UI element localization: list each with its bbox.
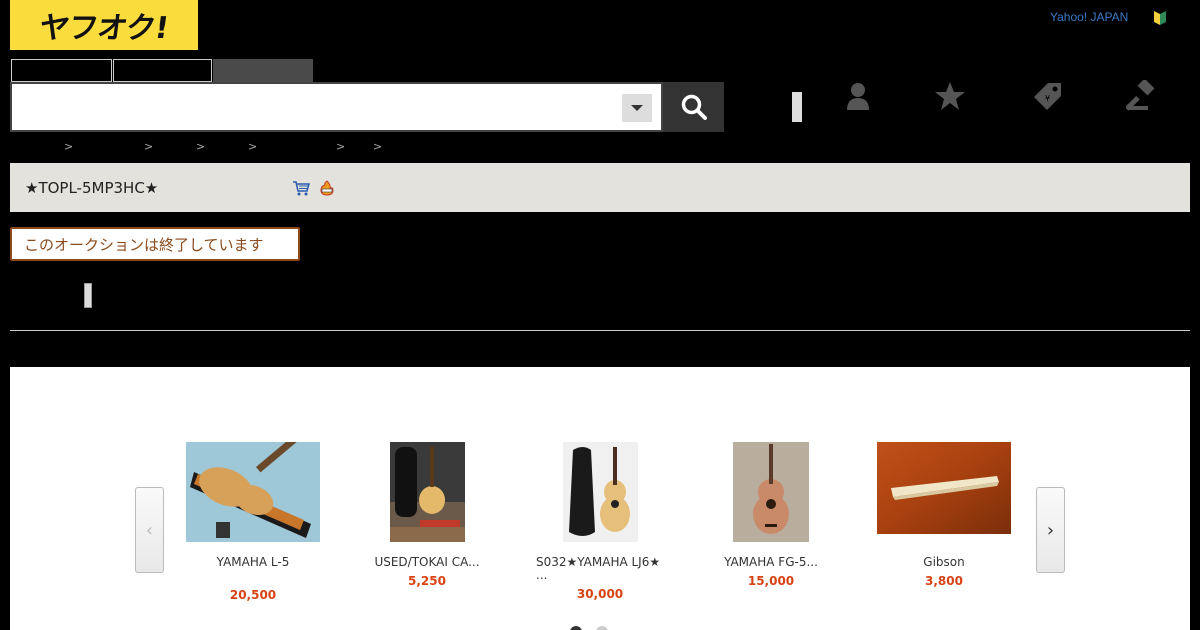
item-thumbnail (733, 442, 809, 542)
recommendation-carousel: ‹ YAMAHA L-5 20,500 USED/TOKAI CA... 5,2… (10, 367, 1190, 630)
item-thumbnail (877, 442, 1011, 534)
item-name: YAMAHA FG-5... (724, 555, 818, 569)
item-thumbnail (186, 428, 320, 542)
search-box (10, 82, 663, 132)
small-placeholder-bar (84, 283, 92, 308)
carousel-item[interactable]: S032★YAMAHA LJ6★ ... 30,000 (520, 442, 680, 601)
carousel-item[interactable]: USED/TOKAI CA... 5,250 (347, 442, 507, 588)
breadcrumb-separator: > (248, 140, 258, 153)
carousel-item[interactable]: Gibson 3,800 (864, 442, 1024, 588)
breadcrumb: > > > > > > (10, 140, 410, 154)
fire-icon[interactable] (318, 180, 336, 196)
yahoo-japan-link[interactable]: Yahoo! JAPAN (1050, 10, 1128, 24)
pagination-dot-active[interactable] (570, 626, 582, 630)
user-icon[interactable] (842, 80, 874, 112)
item-title-bar: ★TOPL-5MP3HC★ (10, 163, 1190, 212)
yahuoku-logo[interactable]: ヤフオク! (10, 0, 198, 50)
carousel-pagination (570, 626, 608, 630)
search-tab-1[interactable] (11, 59, 112, 82)
auction-ended-text: このオークションは終了しています (24, 235, 264, 254)
item-name-continued: ... (536, 569, 548, 581)
item-name: Gibson (923, 555, 965, 569)
star-icon[interactable] (934, 80, 966, 112)
search-button[interactable] (663, 82, 724, 132)
breadcrumb-separator: > (144, 140, 154, 153)
item-price: 15,000 (747, 574, 795, 588)
item-name: USED/TOKAI CA... (374, 555, 480, 569)
search-input[interactable] (12, 84, 612, 130)
tag-icon[interactable]: ¥ (1031, 80, 1063, 112)
carousel-next-button[interactable]: › (1036, 487, 1065, 573)
item-name: YAMAHA L-5 (216, 555, 290, 569)
carousel-item[interactable]: YAMAHA FG-5... 15,000 (691, 442, 851, 588)
breadcrumb-separator: > (196, 140, 206, 153)
cart-icon[interactable] (292, 180, 310, 196)
item-price: 3,800 (925, 574, 963, 588)
logo-text: ヤフオク! (37, 11, 171, 46)
chevron-right-icon: › (1046, 519, 1055, 541)
carousel-prev-button[interactable]: ‹ (135, 487, 164, 573)
pagination-dot[interactable] (596, 626, 608, 630)
breadcrumb-separator: > (64, 140, 74, 153)
section-divider (10, 330, 1190, 331)
item-price: 20,500 (229, 588, 277, 602)
item-title: ★TOPL-5MP3HC★ (25, 178, 159, 197)
item-thumbnail (562, 442, 638, 542)
auction-ended-badge: このオークションは終了しています (10, 227, 300, 261)
gavel-icon[interactable] (1126, 80, 1158, 112)
item-thumbnail (389, 442, 465, 542)
svg-text:¥: ¥ (1045, 94, 1050, 103)
item-price: 30,000 (576, 587, 624, 601)
breadcrumb-separator: > (336, 140, 346, 153)
breadcrumb-separator: > (373, 140, 383, 153)
chevron-left-icon: ‹ (145, 519, 154, 541)
item-name: S032★YAMAHA LJ6★ (536, 555, 661, 569)
search-tab-2[interactable] (113, 59, 212, 82)
search-icon (681, 94, 707, 120)
carousel-item[interactable]: YAMAHA L-5 20,500 (173, 428, 333, 602)
nav-placeholder-bar (792, 92, 802, 122)
search-tab-3[interactable] (213, 59, 313, 82)
beginner-mark-icon[interactable] (1153, 10, 1167, 26)
search-category-dropdown[interactable] (622, 94, 652, 122)
item-price: 5,250 (408, 574, 446, 588)
chevron-down-icon (631, 105, 643, 111)
